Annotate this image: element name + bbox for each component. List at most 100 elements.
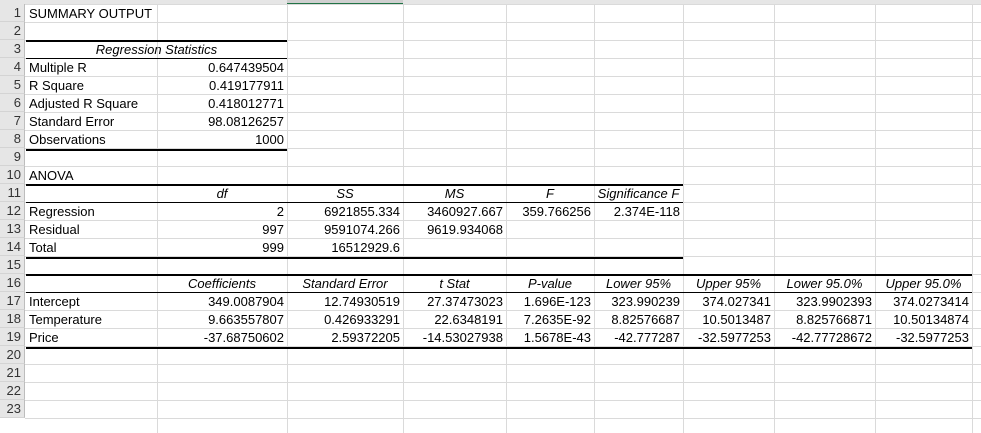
regstats-top-border (26, 40, 287, 42)
row-header[interactable]: 1 (0, 4, 25, 22)
coef-cell[interactable]: 2.59372205 (287, 329, 403, 347)
coef-cell[interactable]: -32.5977253 (683, 329, 774, 347)
row-header[interactable]: 7 (0, 112, 25, 130)
stat-label[interactable]: Standard Error (26, 113, 156, 131)
row-header[interactable]: 4 (0, 58, 25, 76)
stat-label[interactable]: R Square (26, 77, 156, 95)
row-header[interactable]: 18 (0, 310, 25, 328)
stat-label[interactable]: Adjusted R Square (26, 95, 156, 113)
coef-cell[interactable]: 0.426933291 (287, 311, 403, 329)
coef-cell[interactable]: 374.027341 (683, 293, 774, 311)
stat-value[interactable]: 98.08126257 (157, 113, 287, 131)
coef-cell[interactable]: 9.663557807 (157, 311, 287, 329)
coef-cell[interactable]: -14.53027938 (403, 329, 506, 347)
anova-bottom-border (26, 257, 683, 259)
anova-cell[interactable]: 2.374E-118 (594, 203, 683, 221)
coef-header-lower-95-0[interactable]: Lower 95.0% (774, 275, 875, 293)
coef-cell[interactable]: 323.9902393 (774, 293, 875, 311)
coef-cell[interactable]: -42.77728672 (774, 329, 875, 347)
row-header[interactable]: 12 (0, 202, 25, 220)
coef-cell[interactable]: -42.777287 (594, 329, 683, 347)
anova-row-label[interactable]: Regression (26, 203, 156, 221)
gridline-horizontal (25, 382, 981, 383)
row-header[interactable]: 13 (0, 220, 25, 238)
coef-header-border (26, 292, 972, 293)
anova-cell[interactable]: 999 (157, 239, 287, 257)
coef-cell[interactable]: 8.825766871 (774, 311, 875, 329)
gridline-vertical (774, 4, 775, 433)
stat-label[interactable]: Observations (26, 131, 156, 149)
row-header[interactable]: 8 (0, 130, 25, 148)
stat-value[interactable]: 0.647439504 (157, 59, 287, 77)
row-header[interactable]: 17 (0, 292, 25, 310)
gridline-horizontal (25, 166, 981, 167)
row-header[interactable]: 3 (0, 40, 25, 58)
row-header[interactable]: 19 (0, 328, 25, 346)
coef-cell[interactable]: 1.5678E-43 (506, 329, 594, 347)
coef-cell[interactable]: 323.990239 (594, 293, 683, 311)
coef-cell[interactable]: -32.5977253 (875, 329, 972, 347)
coef-header-upper-95[interactable]: Upper 95% (683, 275, 774, 293)
coef-row-label[interactable]: Temperature (26, 311, 156, 329)
summary-output-title[interactable]: SUMMARY OUTPUT (26, 5, 266, 23)
anova-cell[interactable]: 3460927.667 (403, 203, 506, 221)
coef-header-t-stat[interactable]: t Stat (403, 275, 506, 293)
coef-row-label[interactable]: Price (26, 329, 156, 347)
anova-row-label[interactable]: Total (26, 239, 156, 257)
coef-cell[interactable]: 7.2635E-92 (506, 311, 594, 329)
row-header[interactable]: 14 (0, 238, 25, 256)
anova-header-ss[interactable]: SS (287, 185, 403, 203)
row-header[interactable]: 20 (0, 346, 25, 364)
anova-cell[interactable]: 6921855.334 (287, 203, 403, 221)
coef-bottom-border (26, 347, 972, 349)
coef-cell[interactable]: 10.50134874 (875, 311, 972, 329)
gridline-horizontal (25, 364, 981, 365)
row-header[interactable]: 23 (0, 400, 25, 418)
row-header[interactable]: 15 (0, 256, 25, 274)
coef-cell[interactable]: 27.37473023 (403, 293, 506, 311)
row-header[interactable]: 22 (0, 382, 25, 400)
stat-value[interactable]: 0.419177911 (157, 77, 287, 95)
anova-header-df[interactable]: df (157, 185, 287, 203)
anova-header-ms[interactable]: MS (403, 185, 506, 203)
coef-cell[interactable]: 12.74930519 (287, 293, 403, 311)
coef-header-lower-95[interactable]: Lower 95% (594, 275, 683, 293)
coef-cell[interactable]: -37.68750602 (157, 329, 287, 347)
anova-row-label[interactable]: Residual (26, 221, 156, 239)
regression-statistics-header[interactable]: Regression Statistics (26, 41, 287, 59)
anova-cell[interactable]: 16512929.6 (287, 239, 403, 257)
coef-cell[interactable]: 1.696E-123 (506, 293, 594, 311)
coef-cell[interactable]: 349.0087904 (157, 293, 287, 311)
anova-cell[interactable]: 9619.934068 (403, 221, 506, 239)
row-header[interactable]: 16 (0, 274, 25, 292)
coef-cell[interactable]: 22.6348191 (403, 311, 506, 329)
coef-header-upper-95-0[interactable]: Upper 95.0% (875, 275, 972, 293)
coef-header-coefficients[interactable]: Coefficients (157, 275, 287, 293)
row-header[interactable]: 2 (0, 22, 25, 40)
stat-label[interactable]: Multiple R (26, 59, 156, 77)
row-header[interactable]: 9 (0, 148, 25, 166)
anova-cell[interactable]: 997 (157, 221, 287, 239)
coef-header-standard-error[interactable]: Standard Error (287, 275, 403, 293)
coef-cell[interactable]: 10.5013487 (683, 311, 774, 329)
anova-cell[interactable]: 2 (157, 203, 287, 221)
anova-header-significance-f[interactable]: Significance F (594, 185, 683, 203)
stat-value[interactable]: 1000 (157, 131, 287, 149)
gridline-vertical (875, 4, 876, 433)
coef-cell[interactable]: 8.82576687 (594, 311, 683, 329)
anova-header-f[interactable]: F (506, 185, 594, 203)
row-header[interactable]: 6 (0, 94, 25, 112)
anova-cell[interactable]: 359.766256 (506, 203, 594, 221)
row-header[interactable]: 5 (0, 76, 25, 94)
spreadsheet-grid[interactable]: 1 2 3 4 5 6 7 8 9 10 11 12 13 14 15 16 17 18 19 20 21 22 23 SU… (0, 0, 981, 433)
coef-row-label[interactable]: Intercept (26, 293, 156, 311)
stat-value[interactable]: 0.418012771 (157, 95, 287, 113)
anova-title[interactable]: ANOVA (26, 167, 156, 185)
row-header[interactable]: 11 (0, 184, 25, 202)
coef-top-border (26, 274, 972, 276)
coef-cell[interactable]: 374.0273414 (875, 293, 972, 311)
anova-cell[interactable]: 9591074.266 (287, 221, 403, 239)
coef-header-p-value[interactable]: P-value (506, 275, 594, 293)
row-header[interactable]: 10 (0, 166, 25, 184)
row-header[interactable]: 21 (0, 364, 25, 382)
